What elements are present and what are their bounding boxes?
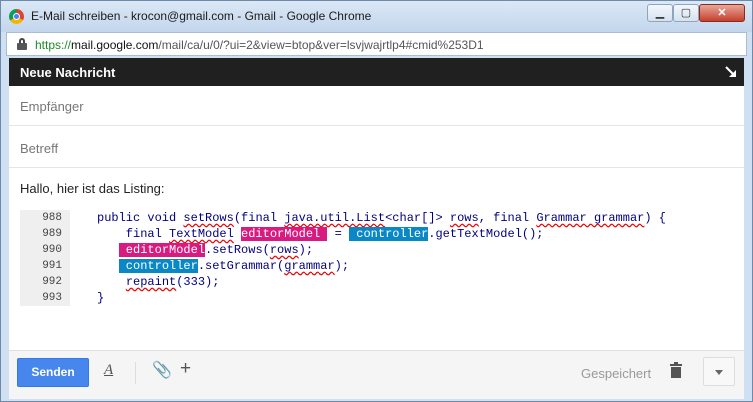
message-body[interactable]: Hallo, hier ist das Listing: 988 public v… xyxy=(9,170,744,350)
code-text: public void setRows(final java.util.List… xyxy=(97,210,666,226)
line-number: 990 xyxy=(20,242,70,258)
greeting-text: Hallo, hier ist das Listing: xyxy=(20,181,165,196)
compose-toolbar: Senden A 📎 + Gespeichert xyxy=(9,350,744,399)
line-number: 992 xyxy=(20,274,70,290)
line-number: 993 xyxy=(20,290,70,306)
subject-placeholder: Betreff xyxy=(20,141,59,156)
misspelled-token: rows xyxy=(449,211,479,225)
window-title: E-Mail schreiben - krocon@gmail.com - Gm… xyxy=(31,9,372,23)
highlighted-token: controller xyxy=(349,227,429,241)
compose-header: Neue Nachricht xyxy=(9,58,744,86)
code-token: (333); xyxy=(176,275,220,289)
url-host: mail.google.com xyxy=(71,38,159,52)
compose-window: Neue Nachricht Empfänger Betreff Hallo, … xyxy=(9,58,744,399)
code-text: repaint(333); xyxy=(97,274,220,290)
subject-field[interactable]: Betreff xyxy=(9,128,744,168)
saved-status: Gespeichert xyxy=(581,366,652,381)
code-token: .setRows( xyxy=(205,243,270,257)
code-token: .setGrammar( xyxy=(197,259,285,273)
misspelled-token: setRows xyxy=(183,211,234,225)
attach-icon[interactable]: 📎 xyxy=(152,360,172,380)
send-button[interactable]: Senden xyxy=(17,358,89,387)
line-number: 991 xyxy=(20,258,70,274)
code-token: ); xyxy=(334,259,350,273)
code-token: } xyxy=(97,291,105,305)
url-text[interactable]: https://mail.google.com/mail/ca/u/0/?ui=… xyxy=(35,38,484,52)
code-text: final TextModel editorModel = controller… xyxy=(97,226,544,242)
code-token: final xyxy=(97,227,170,241)
address-bar[interactable]: https://mail.google.com/mail/ca/u/0/?ui=… xyxy=(6,32,747,56)
chrome-icon xyxy=(9,9,24,24)
code-text: } xyxy=(97,290,104,306)
browser-window: E-Mail schreiben - krocon@gmail.com - Gm… xyxy=(0,0,753,402)
misspelled-token: Grammar grammar xyxy=(536,211,645,225)
url-scheme: https:// xyxy=(35,38,72,52)
minimize-button[interactable]: ▁ xyxy=(647,4,673,22)
maximize-button[interactable]: ▢ xyxy=(673,4,699,22)
title-bar: E-Mail schreiben - krocon@gmail.com - Gm… xyxy=(1,1,752,32)
url-path: /mail/ca/u/0/?ui=2&view=btop&ver=lsvjwaj… xyxy=(158,38,484,52)
to-placeholder: Empfänger xyxy=(20,99,84,114)
code-token: (final xyxy=(233,211,285,225)
code-token: = xyxy=(327,227,350,241)
code-token: public void xyxy=(97,211,184,225)
highlighted-token: editorModel xyxy=(241,227,328,241)
compose-title: Neue Nachricht xyxy=(20,65,116,80)
misspelled-token: java.util.List xyxy=(284,211,386,225)
line-number: 989 xyxy=(20,226,70,242)
more-options-dropdown[interactable] xyxy=(703,357,735,386)
code-token: , final xyxy=(478,211,537,225)
code-token: ); xyxy=(298,243,314,257)
to-field[interactable]: Empfänger xyxy=(9,86,744,126)
highlighted-token: controller xyxy=(118,259,198,273)
toolbar-divider xyxy=(135,362,136,384)
highlighted-token: editorModel xyxy=(118,243,206,257)
line-number: 988 xyxy=(20,210,70,226)
trash-icon[interactable] xyxy=(670,362,682,378)
code-token: ) { xyxy=(644,211,666,225)
misspelled-token: TextModel xyxy=(169,227,234,241)
more-options-plus-icon[interactable]: + xyxy=(180,358,191,380)
code-token: .getTextModel(); xyxy=(428,227,544,241)
misspelled-token: repaint xyxy=(125,275,177,289)
misspelled-token: rows xyxy=(269,243,299,257)
lock-icon xyxy=(17,38,27,50)
code-text: editorModel.setRows(rows); xyxy=(97,242,313,258)
code-text: controller.setGrammar(grammar); xyxy=(97,258,349,274)
close-button[interactable]: ✕ xyxy=(699,4,745,22)
popout-arrow-icon[interactable] xyxy=(724,65,738,79)
code-token: <char[]> xyxy=(385,211,450,225)
text-format-icon[interactable]: A xyxy=(104,362,113,379)
misspelled-token: grammar xyxy=(284,259,335,273)
